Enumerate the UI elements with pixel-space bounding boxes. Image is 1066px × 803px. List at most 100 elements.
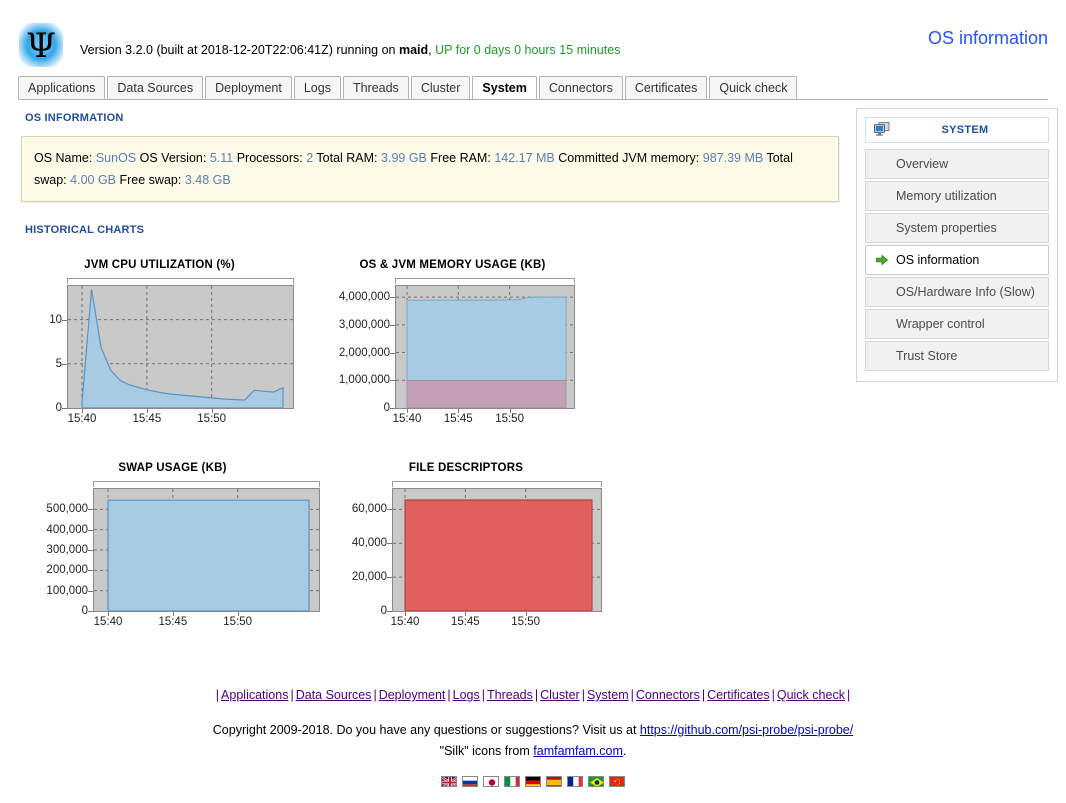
flag-pt-br-icon[interactable] <box>588 776 604 787</box>
x-tick-mark <box>211 409 213 413</box>
version-text: Version 3.2.0 (built at 2018-12-20T22:06… <box>80 43 399 57</box>
sidebar-header: SYSTEM <box>865 117 1049 143</box>
tab-quick-check[interactable]: Quick check <box>709 76 798 99</box>
project-url-link[interactable]: https://github.com/psi-probe/psi-probe/ <box>640 723 853 737</box>
chart-plot-area <box>392 488 602 612</box>
sidebar-item-label: OS/Hardware Info (Slow) <box>896 285 1035 299</box>
svg-text:★: ★ <box>617 783 619 786</box>
tab-cluster[interactable]: Cluster <box>410 76 471 99</box>
tab-certificates[interactable]: Certificates <box>624 76 708 99</box>
flag-ru-icon[interactable] <box>462 776 478 787</box>
page-title: OS information <box>927 28 1048 48</box>
y-tick-label: 2,000,000 <box>338 346 390 359</box>
sidebar-item-overview[interactable]: Overview <box>865 149 1049 179</box>
tab-logs[interactable]: Logs <box>293 76 341 99</box>
x-tick-mark <box>407 409 408 413</box>
flag-fr-icon[interactable] <box>567 776 583 787</box>
processors-label: Processors: <box>236 151 303 165</box>
footer-separator: | <box>447 688 451 702</box>
footer-link-logs[interactable]: Logs <box>453 688 480 702</box>
tabbar-divider <box>18 99 1048 100</box>
svg-text:★: ★ <box>619 782 621 785</box>
chart-plot-area <box>67 285 294 409</box>
flag-en-icon[interactable] <box>441 776 457 787</box>
sidebar-item-wrapper-control[interactable]: Wrapper control <box>865 309 1049 339</box>
x-tick-label: 15:45 <box>443 413 473 425</box>
sidebar-item-os-information[interactable]: OS information <box>865 245 1049 275</box>
footer-separator: | <box>373 688 377 702</box>
footer-link-cluster[interactable]: Cluster <box>540 688 580 702</box>
footer-link-connectors[interactable]: Connectors <box>636 688 700 702</box>
footer-link-deployment[interactable]: Deployment <box>379 688 446 702</box>
footer-link-system[interactable]: System <box>587 688 629 702</box>
y-tick-label: 100,000 <box>46 584 88 597</box>
tab-threads[interactable]: Threads <box>342 76 409 99</box>
famfamfam-link[interactable]: famfamfam.com <box>533 744 623 758</box>
x-tick-label: 15:45 <box>450 616 480 628</box>
x-tick-mark <box>172 612 174 616</box>
page-footer: | Applications | Data Sources | Deployment | Lo… <box>0 688 1066 787</box>
footer-separator: | <box>701 688 706 702</box>
x-tick-mark <box>465 612 467 616</box>
footer-separator: | <box>215 688 220 702</box>
tab-connectors[interactable]: Connectors <box>538 76 623 99</box>
tab-applications[interactable]: Applications <box>18 76 106 99</box>
computer-icon <box>874 121 890 139</box>
x-tick-label: 15:45 <box>158 616 188 628</box>
chart-x-axis-labels: 15:40 15:45 15:50 <box>390 612 602 628</box>
chart-x-axis-labels: 15:40 15:45 15:50 <box>93 612 320 628</box>
sidebar-item-memory-utilization[interactable]: Memory utilization <box>865 181 1049 211</box>
chart-x-axis-labels: 15:40 15:45 15:50 <box>392 409 575 425</box>
psi-probe-logo-icon: Ψ <box>19 23 63 67</box>
y-tick-label: 60,000 <box>351 503 387 516</box>
free-swap-value: 3.48 GB <box>184 173 231 187</box>
tab-deployment[interactable]: Deployment <box>205 76 292 99</box>
sidebar-header-title: SYSTEM <box>941 124 989 136</box>
x-tick-mark <box>146 409 148 413</box>
x-tick-label: 15:50 <box>495 413 524 425</box>
footer-link-applications[interactable]: Applications <box>221 688 288 702</box>
y-tick-label: 10 <box>49 313 62 326</box>
os-information-section-label: OS INFORMATION <box>25 112 124 124</box>
flag-de-icon[interactable] <box>525 776 541 787</box>
footer-link-data-sources[interactable]: Data Sources <box>296 688 372 702</box>
main-tabbar: Applications Data Sources Deployment Logs Th… <box>0 76 1066 100</box>
flag-zh-icon[interactable]: ★ ★ ★ ★ ★ <box>609 776 625 787</box>
sidebar-item-label: Wrapper control <box>896 317 985 331</box>
os-name-value: SunOS <box>95 151 137 165</box>
chart-os-jvm-memory-usage: OS & JVM MEMORY USAGE (KB) 0 1,000,000 2,00… <box>330 259 605 425</box>
footer-link-quick-check[interactable]: Quick check <box>777 688 845 702</box>
historical-charts-section-label: HISTORICAL CHARTS <box>25 224 145 236</box>
chart-jvm-cpu-utilization: JVM CPU UTILIZATION (%) 0 5 10 15:40 15:45 15:… <box>25 259 324 425</box>
sidebar-item-label: OS information <box>896 253 980 267</box>
chart-top-rule <box>395 278 575 284</box>
chart-y-axis-labels: 0 5 10 <box>25 285 67 414</box>
silk-prefix: "Silk" icons from <box>439 744 534 758</box>
x-tick-label: 15:40 <box>392 413 422 425</box>
footer-link-threads[interactable]: Threads <box>487 688 533 702</box>
tab-system[interactable]: System <box>472 76 537 99</box>
x-tick-mark <box>525 612 527 616</box>
chart-plot-area <box>395 285 575 409</box>
silk-suffix: . <box>622 744 627 758</box>
os-name-label: OS Name: <box>34 151 93 165</box>
sidebar-item-system-properties[interactable]: System properties <box>865 213 1049 243</box>
footer-link-certificates[interactable]: Certificates <box>707 688 770 702</box>
x-tick-label: 15:50 <box>197 413 227 425</box>
chart-x-axis-labels: 15:40 15:45 15:50 <box>67 409 294 425</box>
chart-y-axis-labels: 0 100,000 200,000 300,000 400,000 500,000 <box>25 488 93 617</box>
sidebar-item-list: Overview Memory utilization System propert… <box>865 149 1049 371</box>
sidebar-item-trust-store[interactable]: Trust Store <box>865 341 1049 371</box>
page-header: Ψ Version 3.2.0 (built at 2018-12-20T22:… <box>0 0 1066 72</box>
sidebar-item-label: Memory utilization <box>896 189 997 203</box>
flag-es-icon[interactable] <box>546 776 562 787</box>
chart-title: FILE DESCRIPTORS <box>408 462 524 474</box>
x-tick-label: 15:40 <box>390 616 420 628</box>
chart-top-rule <box>93 481 320 487</box>
tab-data-sources[interactable]: Data Sources <box>107 76 204 99</box>
os-version-value: 5.11 <box>209 151 234 165</box>
sidebar-item-os-hardware-info-slow[interactable]: OS/Hardware Info (Slow) <box>865 277 1049 307</box>
flag-ja-icon[interactable] <box>483 776 499 787</box>
flag-it-icon[interactable] <box>504 776 520 787</box>
x-tick-label: 15:50 <box>511 616 541 628</box>
